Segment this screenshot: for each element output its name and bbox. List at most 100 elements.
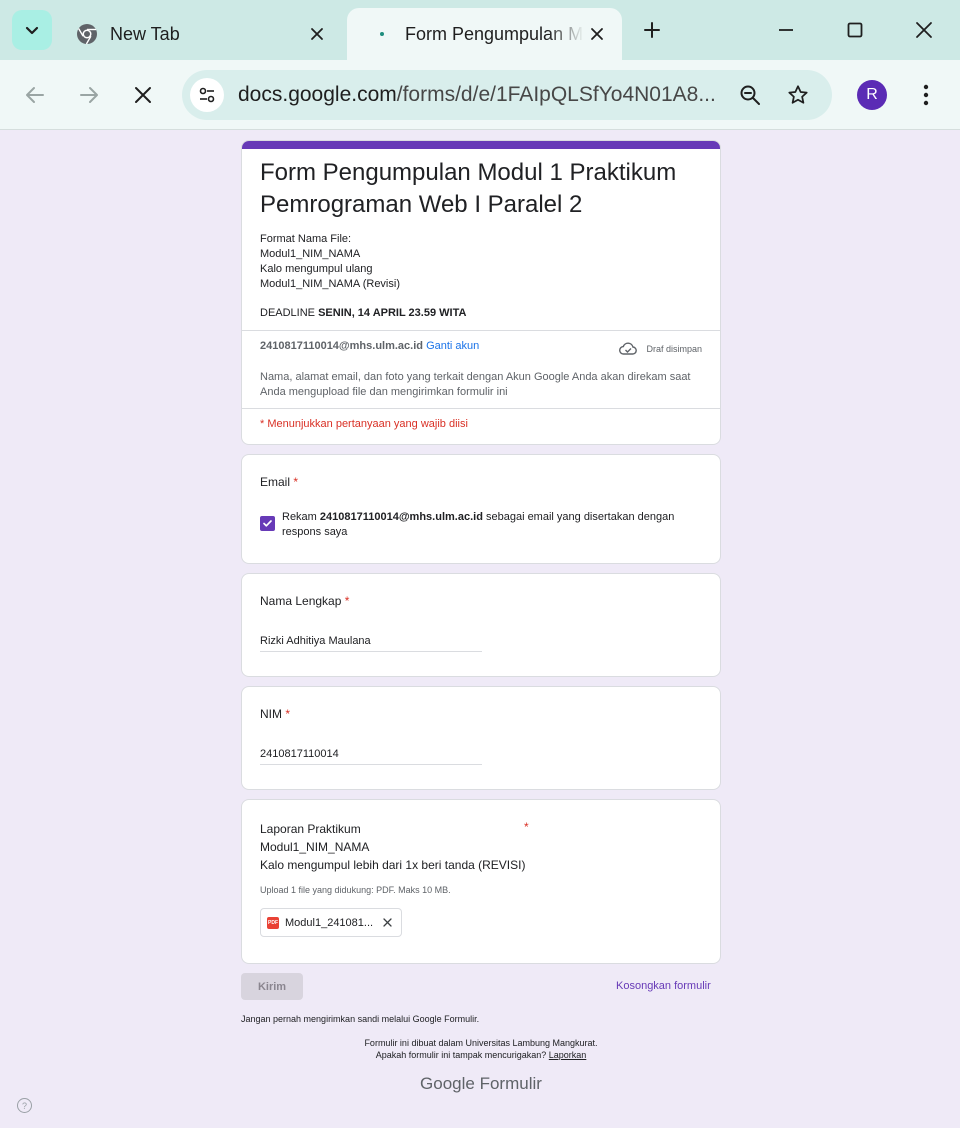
suspicious-text: Apakah formulir ini tampak mencurigakan? — [375, 1050, 549, 1060]
tab-title: New Tab — [110, 23, 180, 44]
form-description: Format Nama File: Modul1_NIM_NAMA Kalo m… — [260, 232, 400, 292]
question-laporan: Laporan Praktikum Modul1_NIM_NAMA Kalo m… — [241, 799, 721, 964]
bookmark-button[interactable] — [780, 77, 816, 113]
tab-new-tab[interactable]: New Tab — [62, 8, 342, 60]
uploaded-file-chip[interactable]: PDF Modul1_241081... — [260, 908, 402, 937]
chevron-down-icon — [25, 26, 39, 35]
site-info-button[interactable] — [190, 78, 224, 112]
question-nama: Nama Lengkap * Rizki Adhitiya Maulana — [241, 573, 721, 677]
more-vert-icon — [923, 84, 929, 106]
draft-status-text: Draf disimpan — [646, 343, 702, 354]
browser-toolbar: docs.google.com/forms/d/e/1FAIpQLSfYo4N0… — [0, 60, 960, 130]
description-line: Kalo mengumpul ulang — [260, 263, 373, 275]
browser-menu-button[interactable] — [910, 77, 942, 113]
new-tab-button[interactable] — [636, 14, 668, 46]
pdf-file-icon: PDF — [267, 916, 279, 929]
google-forms-logo[interactable]: Google Formulir — [241, 1074, 721, 1094]
remove-file-button[interactable] — [378, 914, 396, 932]
profile-avatar[interactable]: R — [857, 80, 887, 110]
tab-form[interactable]: Form Pengumpulan Modul 1 Praktikum Pemro… — [347, 8, 622, 60]
close-tab-icon[interactable] — [304, 21, 330, 47]
close-icon — [916, 22, 932, 38]
brand-product: Formulir — [474, 1074, 542, 1093]
form-header-card: Form Pengumpulan Modul 1 Praktikum Pemro… — [241, 140, 721, 445]
url-path: /forms/d/e/1FAIpQLSfYo4N01A8... — [396, 83, 716, 106]
question-title: Nama Lengkap — [260, 594, 342, 608]
plus-icon — [644, 22, 660, 38]
question-label: NIM * — [260, 707, 290, 721]
checkbox-prefix: Rekam — [282, 511, 320, 523]
loading-dot-icon — [371, 23, 393, 45]
maximize-button[interactable] — [837, 12, 873, 48]
form-deadline: DEADLINE SENIN, 14 APRIL 23.59 WITA — [260, 307, 466, 319]
question-title: NIM — [260, 707, 282, 721]
description-line: Modul1_NIM_NAMA (Revisi) — [260, 278, 400, 290]
close-icon — [135, 87, 151, 103]
clear-form-button[interactable]: Kosongkan formulir — [616, 980, 711, 992]
question-title: Laporan Praktikum Modul1_NIM_NAMA Kalo m… — [260, 820, 525, 874]
stop-loading-button[interactable] — [125, 77, 161, 113]
description-line: Modul1_NIM_NAMA — [260, 248, 361, 260]
maximize-icon — [847, 22, 863, 38]
question-title: Email — [260, 475, 291, 489]
divider — [242, 408, 720, 409]
required-star: * — [285, 707, 291, 721]
file-name: Modul1_241081... — [285, 916, 374, 929]
question-label: Nama Lengkap * — [260, 594, 349, 608]
checkbox-email: 2410817110014@mhs.ulm.ac.id — [319, 511, 483, 523]
minimize-button[interactable] — [768, 12, 804, 48]
switch-account-link[interactable]: Ganti akun — [426, 340, 479, 352]
address-bar[interactable]: docs.google.com/forms/d/e/1FAIpQLSfYo4N0… — [182, 70, 832, 120]
zoom-button[interactable] — [732, 77, 768, 113]
record-email-checkbox[interactable] — [260, 516, 275, 531]
description-line: Format Nama File: — [260, 233, 352, 245]
upload-hint: Upload 1 file yang didukung: PDF. Maks 1… — [260, 885, 451, 895]
minimize-icon — [779, 29, 793, 31]
question-nim: NIM * 2410817110014 — [241, 686, 721, 790]
form-accent-bar — [242, 141, 720, 149]
tab-title: Form Pengumpulan Modul 1 Praktikum Pemro… — [405, 23, 584, 44]
forward-button[interactable] — [71, 77, 107, 113]
arrow-right-icon — [80, 87, 98, 103]
report-link[interactable]: Laporkan — [549, 1050, 587, 1060]
privacy-note: Nama, alamat email, dan foto yang terkai… — [260, 371, 691, 398]
created-in-text: Formulir ini dibuat dalam Universitas La… — [364, 1038, 598, 1048]
brand-google: Google — [420, 1074, 475, 1093]
help-icon[interactable]: ? — [17, 1098, 32, 1113]
required-star: * — [524, 820, 529, 834]
question-line: Laporan Praktikum — [260, 822, 361, 836]
form-footer: Formulir ini dibuat dalam Universitas La… — [241, 1037, 721, 1061]
account-info: 2410817110014@mhs.ulm.ac.id Ganti akun — [260, 340, 479, 352]
submit-button[interactable]: Kirim — [241, 973, 303, 1000]
question-line: Modul1_NIM_NAMA — [260, 840, 370, 854]
required-star: * — [293, 475, 299, 489]
question-label: Email * — [260, 475, 298, 489]
deadline-value: SENIN, 14 APRIL 23.59 WITA — [318, 307, 467, 319]
close-icon — [382, 918, 392, 927]
chrome-icon — [76, 23, 98, 45]
close-tab-icon[interactable] — [584, 21, 610, 47]
tune-icon — [199, 87, 215, 103]
account-email: 2410817110014@mhs.ulm.ac.id — [260, 340, 424, 352]
password-warning: Jangan pernah mengirimkan sandi melalui … — [241, 1014, 480, 1024]
tab-strip: New Tab Form Pengumpulan Modul 1 Praktik… — [0, 0, 960, 60]
star-icon — [788, 85, 808, 104]
record-email-label: Rekam 2410817110014@mhs.ulm.ac.id sebaga… — [282, 510, 692, 540]
nim-input[interactable]: 2410817110014 — [260, 748, 482, 765]
form-title: Form Pengumpulan Modul 1 Praktikum Pemro… — [260, 159, 677, 218]
question-email: Email * Rekam 2410817110014@mhs.ulm.ac.i… — [241, 454, 721, 564]
question-line: Kalo mengumpul lebih dari 1x beri tanda … — [260, 858, 526, 872]
back-button[interactable] — [17, 77, 53, 113]
divider — [242, 330, 720, 331]
nama-input[interactable]: Rizki Adhitiya Maulana — [260, 635, 482, 652]
suspicious-line: Apakah formulir ini tampak mencurigakan?… — [241, 1049, 721, 1061]
url-host: docs.google.com — [238, 83, 397, 106]
zoom-out-icon — [740, 85, 760, 105]
deadline-label: DEADLINE — [260, 307, 319, 319]
required-star: * — [344, 594, 350, 608]
url-text: docs.google.com/forms/d/e/1FAIpQLSfYo4N0… — [238, 83, 720, 107]
tab-search-button[interactable] — [12, 10, 52, 50]
check-icon — [263, 520, 272, 527]
cloud-done-icon — [619, 342, 638, 355]
close-window-button[interactable] — [906, 12, 942, 48]
